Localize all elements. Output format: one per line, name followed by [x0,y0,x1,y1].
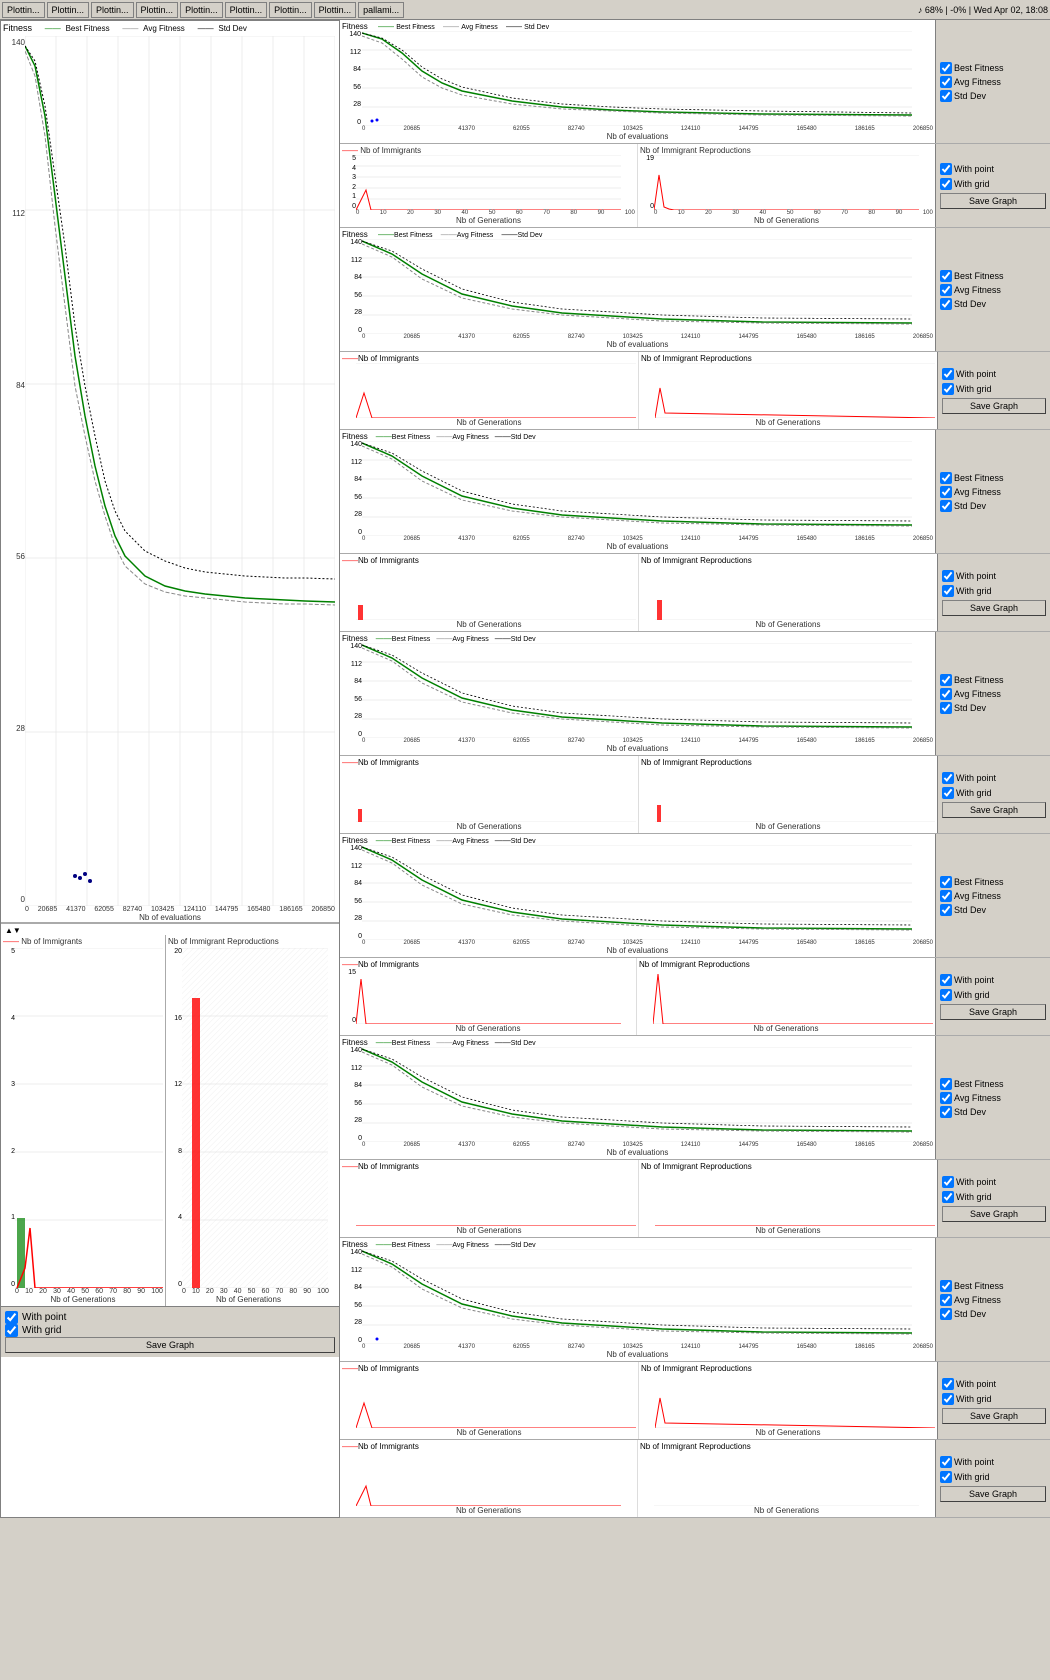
taskbar-item-5[interactable]: Plottin... [180,2,223,18]
with-grid-cb-11[interactable] [942,1191,954,1203]
left-reproductions-graph: Nb of Immigrant Reproductions 20 16 12 8… [166,935,331,1306]
save-graph-btn-14[interactable]: Save Graph [940,1486,1046,1502]
taskbar-item-4[interactable]: Plottin... [136,2,179,18]
right-row-4: Fitness——Best Fitness——Avg Fitness——Std … [340,430,1050,554]
best-fitness-cb-4[interactable] [940,472,952,484]
right-row-6: Fitness——Best Fitness——Avg Fitness——Std … [340,632,1050,756]
with-point-cb-3[interactable] [942,368,954,380]
save-graph-btn-13[interactable]: Save Graph [942,1408,1046,1424]
left-immigrants-graph: —— Nb of Immigrants 5 4 3 2 1 0 [1,935,166,1306]
with-grid-cb-7[interactable] [942,787,954,799]
std-dev-cb-6[interactable] [940,702,952,714]
best-fitness-cb-6[interactable] [940,674,952,686]
taskbar: Plottin... Plottin... Plottin... Plottin… [0,0,1050,20]
left-with-point-checkbox[interactable] [5,1311,18,1324]
with-point-cb-11[interactable] [942,1176,954,1188]
avg-fitness-cb-4[interactable] [940,486,952,498]
right-row-11: ——Nb of Immigrants Nb of Generations Nb … [340,1160,1050,1238]
with-grid-cb-13[interactable] [942,1393,954,1405]
left-with-grid-checkbox[interactable] [5,1324,18,1337]
save-graph-btn-1[interactable]: Save Graph [940,193,1046,209]
taskbar-item-6[interactable]: Plottin... [225,2,268,18]
right-row-12: Fitness——Best Fitness——Avg Fitness——Std … [340,1238,1050,1362]
left-x-axis-label: Nb of evaluations [1,913,339,922]
save-graph-btn-3[interactable]: Save Graph [942,398,1046,414]
right-row-8: Fitness——Best Fitness——Avg Fitness——Std … [340,834,1050,958]
right-row-7: ——Nb of Immigrants Nb of Generations Nb … [340,756,1050,834]
std-dev-cb-4[interactable] [940,500,952,512]
taskbar-item-2[interactable]: Plottin... [47,2,90,18]
right-row-10: Fitness——Best Fitness——Avg Fitness——Std … [340,1036,1050,1160]
taskbar-item-9[interactable]: pallami... [358,2,404,18]
save-graph-btn-5[interactable]: Save Graph [942,600,1046,616]
best-fitness-cb-8[interactable] [940,876,952,888]
best-fitness-cb-10[interactable] [940,1078,952,1090]
avg-fitness-cb-8[interactable] [940,890,952,902]
left-bottom-controls: With point With grid Save Graph [1,1306,339,1357]
right-row-14-partial: ——Nb of Immigrants Nb of Generations Nb … [340,1440,1050,1518]
std-dev-cb-0[interactable] [940,90,952,102]
std-dev-cb-8[interactable] [940,904,952,916]
right-controls-1: With point With grid Save Graph [935,144,1050,227]
avg-fitness-cb-6[interactable] [940,688,952,700]
taskbar-item-1[interactable]: Plottin... [2,2,45,18]
status-bar: ♪ 68% | -0% | Wed Apr 02, 18:08 [918,5,1048,15]
taskbar-item-3[interactable]: Plottin... [91,2,134,18]
with-grid-cb-5[interactable] [942,585,954,597]
with-point-cb-7[interactable] [942,772,954,784]
right-row-0: Fitness —— Best Fitness —— Avg Fitness —… [340,20,1050,144]
taskbar-item-8[interactable]: Plottin... [314,2,357,18]
left-save-graph-button[interactable]: Save Graph [5,1337,335,1353]
left-fitness-graph: Fitness —— Best Fitness —— Avg Fitness —… [1,21,339,923]
best-fitness-cb-0[interactable] [940,62,952,74]
right-row-5: ——Nb of Immigrants Nb of Generations Nb … [340,554,1050,632]
right-row-2: Fitness ——Best Fitness ——Avg Fitness ——S… [340,228,1050,352]
right-row-1: —— Nb of Immigrants 5 4 3 2 1 0 [340,144,1050,228]
avg-fitness-cb-12[interactable] [940,1294,952,1306]
left-mini-x-label: Nb of Generations [3,1295,163,1304]
with-point-cb-9[interactable] [940,974,952,986]
std-dev-cb-2[interactable] [940,298,952,310]
best-fitness-cb-12[interactable] [940,1280,952,1292]
avg-fitness-cb-0[interactable] [940,76,952,88]
mini-immigrants-0: —— Nb of Immigrants 5 4 3 2 1 0 [340,144,638,227]
std-dev-cb-12[interactable] [940,1308,952,1320]
with-point-cb-5[interactable] [942,570,954,582]
right-row-3: ——Nb of Immigrants Nb of Generations Nb … [340,352,1050,430]
with-point-cb-1[interactable] [940,163,952,175]
taskbar-item-7[interactable]: Plottin... [269,2,312,18]
save-graph-btn-9[interactable]: Save Graph [940,1004,1046,1020]
best-fitness-cb-2[interactable] [940,270,952,282]
left-graph-title: Fitness [3,23,32,33]
with-point-cb-14[interactable] [940,1456,952,1468]
with-grid-cb-9[interactable] [940,989,952,1001]
right-controls-0: Best Fitness Avg Fitness Std Dev [935,20,1050,143]
with-grid-cb-14[interactable] [940,1471,952,1483]
right-row-13: ——Nb of Immigrants Nb of Generations Nb … [340,1362,1050,1440]
save-graph-btn-11[interactable]: Save Graph [942,1206,1046,1222]
left-mini-graphs: ▲▼ —— Nb of Immigrants 5 4 3 2 [1,923,339,1306]
avg-fitness-cb-2[interactable] [940,284,952,296]
right-row-9: ——Nb of Immigrants 150 Nb of Generations… [340,958,1050,1036]
std-dev-cb-10[interactable] [940,1106,952,1118]
with-grid-cb-3[interactable] [942,383,954,395]
avg-fitness-cb-10[interactable] [940,1092,952,1104]
mini-reproductions-0: Nb of Immigrant Reproductions 19 0 [638,144,935,227]
save-graph-btn-7[interactable]: Save Graph [942,802,1046,818]
with-grid-cb-1[interactable] [940,178,952,190]
with-point-cb-13[interactable] [942,1378,954,1390]
